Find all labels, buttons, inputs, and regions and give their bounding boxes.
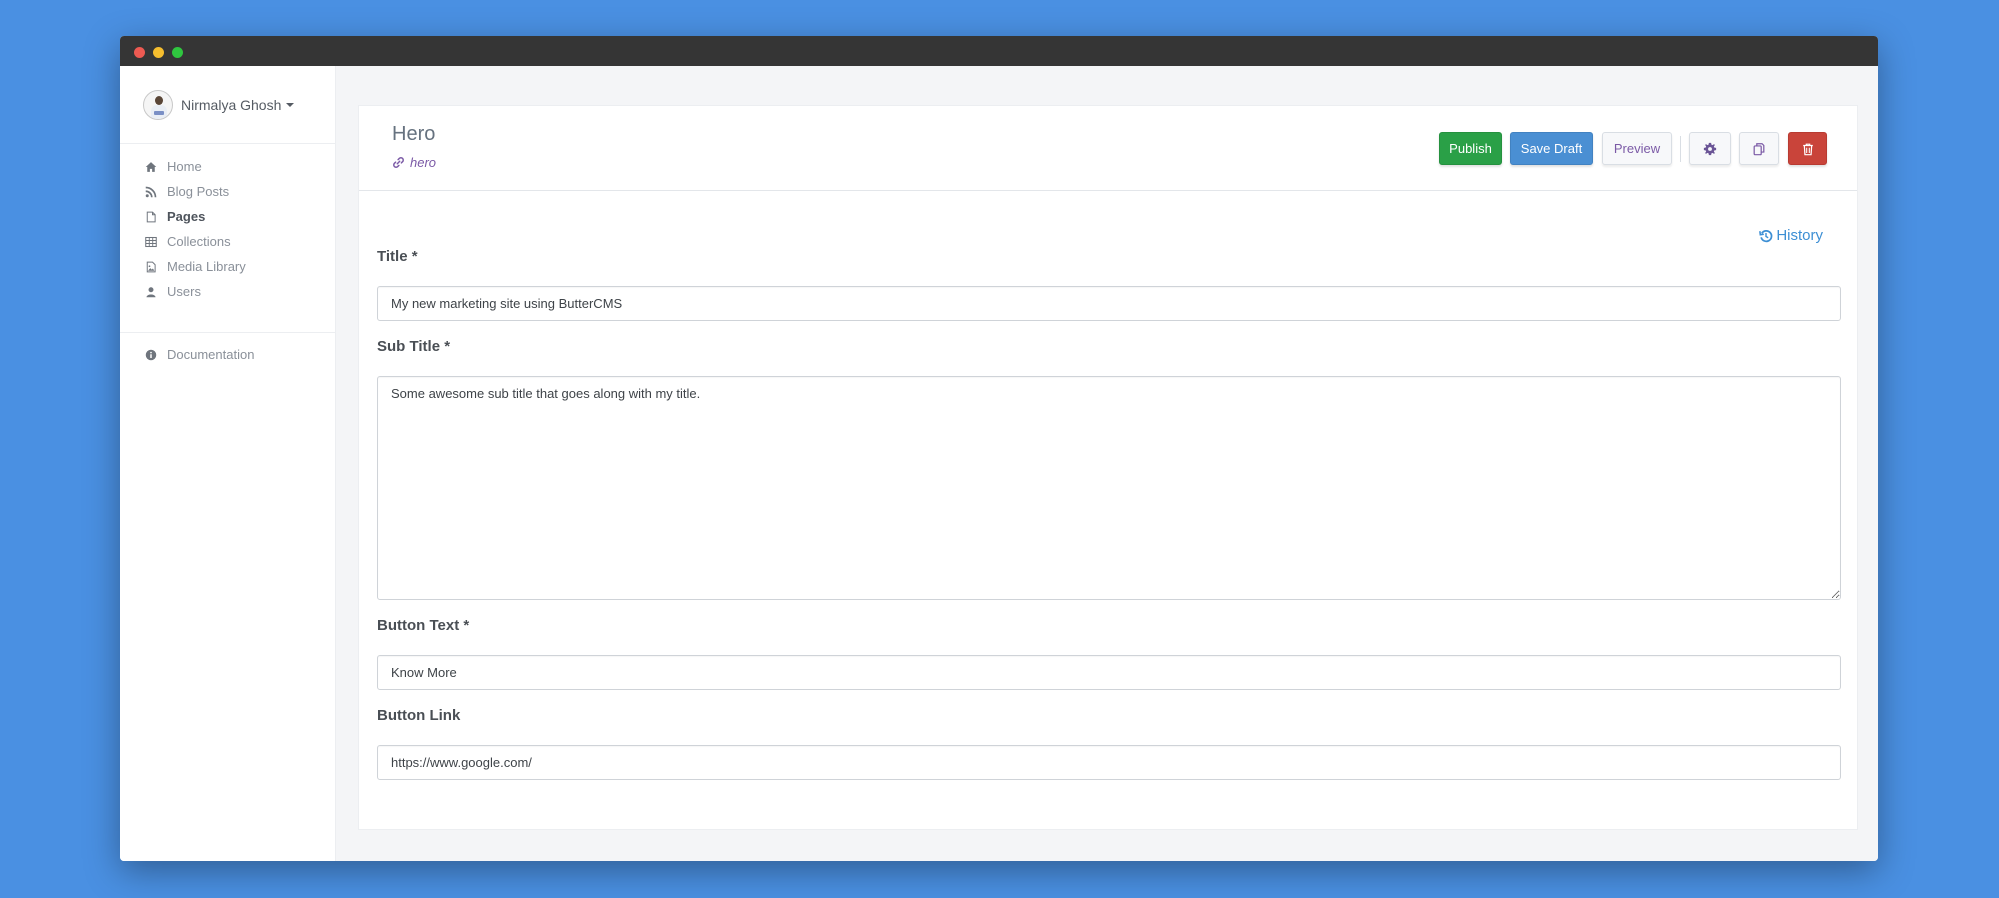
sidebar-item-collections[interactable]: Collections [144, 229, 246, 254]
duplicate-button[interactable] [1739, 132, 1779, 165]
sidebar-item-label: Blog Posts [167, 184, 230, 199]
sidebar-item-pages[interactable]: Pages [144, 204, 246, 229]
preview-button[interactable]: Preview [1602, 132, 1672, 165]
sidebar-item-label: Documentation [167, 347, 255, 362]
delete-button[interactable] [1788, 132, 1827, 165]
sidebar: Nirmalya Ghosh Home Blog Posts Pages Col… [120, 66, 336, 861]
sidebar-item-label: Home [167, 159, 202, 174]
sidebar-item-label: Pages [167, 209, 206, 224]
page-slug: hero [392, 155, 436, 170]
gear-icon [1703, 142, 1717, 155]
page-title: Hero [392, 123, 436, 145]
sidebar-nav: Home Blog Posts Pages Collections Media … [144, 154, 246, 304]
history-icon [1759, 229, 1773, 242]
history-label: History [1776, 227, 1823, 244]
sidebar-divider [120, 332, 335, 333]
sidebar-item-blog-posts[interactable]: Blog Posts [144, 179, 246, 204]
minimize-window-button[interactable] [153, 47, 164, 58]
page-header: Hero hero Publish Save Draft Preview [359, 106, 1857, 191]
table-icon [144, 235, 158, 249]
info-circle-icon [144, 348, 158, 362]
save-draft-button[interactable]: Save Draft [1510, 132, 1593, 165]
settings-button[interactable] [1689, 132, 1731, 165]
sidebar-item-label: Media Library [167, 259, 246, 274]
maximize-window-button[interactable] [172, 47, 183, 58]
file-icon [144, 210, 158, 224]
main-content: Hero hero Publish Save Draft Preview His… [336, 66, 1878, 861]
button-link-label: Button Link [377, 707, 461, 724]
sidebar-secondary-nav: Documentation [144, 342, 254, 367]
button-link-input[interactable] [377, 745, 1841, 780]
app-window: Nirmalya Ghosh Home Blog Posts Pages Col… [120, 36, 1878, 861]
title-input[interactable] [377, 286, 1841, 321]
sidebar-item-media-library[interactable]: Media Library [144, 254, 246, 279]
sidebar-item-home[interactable]: Home [144, 154, 246, 179]
user-menu[interactable]: Nirmalya Ghosh [143, 90, 295, 120]
sidebar-item-label: Users [167, 284, 201, 299]
image-file-icon [144, 260, 158, 274]
button-text-label: Button Text * [377, 617, 470, 634]
home-icon [144, 160, 158, 174]
history-link[interactable]: History [1759, 227, 1823, 244]
subtitle-textarea[interactable]: Some awesome sub title that goes along w… [377, 376, 1841, 600]
trash-icon [1802, 143, 1813, 155]
caret-down-icon [286, 103, 295, 107]
title-label: Title * [377, 248, 418, 265]
subtitle-label: Sub Title * [377, 338, 451, 355]
rss-icon [144, 185, 158, 199]
link-icon [393, 157, 404, 168]
publish-button[interactable]: Publish [1439, 132, 1502, 165]
sidebar-divider [120, 143, 335, 144]
copy-icon [1753, 142, 1765, 155]
sidebar-item-label: Collections [167, 234, 231, 249]
toolbar-separator [1680, 136, 1681, 162]
window-titlebar [120, 36, 1878, 66]
button-text-input[interactable] [377, 655, 1841, 690]
user-icon [144, 285, 158, 299]
avatar [143, 90, 173, 120]
page-editor-card: Hero hero Publish Save Draft Preview His… [358, 105, 1858, 830]
close-window-button[interactable] [134, 47, 145, 58]
sidebar-item-documentation[interactable]: Documentation [144, 342, 254, 367]
user-name: Nirmalya Ghosh [181, 97, 282, 113]
sidebar-item-users[interactable]: Users [144, 279, 246, 304]
page-slug-text: hero [410, 155, 437, 170]
